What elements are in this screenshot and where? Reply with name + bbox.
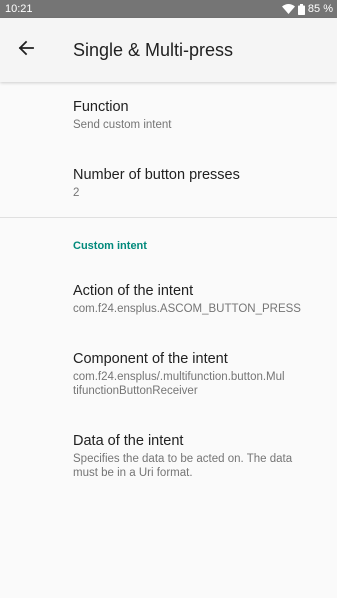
intent-data-preference[interactable]: Data of the intent Specifies the data to…	[73, 432, 323, 480]
status-bar: 10:21 85 %	[0, 0, 337, 18]
button-presses-summary: 2	[73, 187, 80, 199]
intent-component-summary-line1: com.f24.ensplus/.multifunction.button.Mu…	[73, 371, 285, 383]
category-custom-intent: Custom intent	[73, 240, 147, 252]
status-time: 10:21	[5, 3, 33, 15]
function-summary: Send custom intent	[73, 119, 172, 131]
intent-data-summary-line2: must be in a Uri format.	[73, 467, 193, 479]
divider	[0, 217, 337, 218]
intent-action-preference[interactable]: Action of the intent com.f24.ensplus.ASC…	[73, 282, 323, 316]
wifi-icon	[281, 4, 295, 14]
intent-data-title: Data of the intent	[73, 433, 184, 449]
intent-action-summary: com.f24.ensplus.ASCOM_BUTTON_PRESS	[73, 303, 301, 315]
intent-data-summary: Specifies the data to be acted on. The d…	[73, 452, 323, 480]
intent-component-preference[interactable]: Component of the intent com.f24.ensplus/…	[73, 350, 323, 398]
back-button[interactable]	[14, 38, 38, 62]
status-icons: 85 %	[281, 3, 333, 15]
arrow-left-icon	[18, 40, 34, 61]
app-bar: Single & Multi-press	[0, 18, 337, 82]
intent-component-summary-line2: tifunctionButtonReceiver	[73, 385, 198, 397]
function-title: Function	[73, 99, 129, 115]
page-title: Single & Multi-press	[73, 40, 234, 60]
button-presses-title: Number of button presses	[73, 167, 240, 183]
function-preference[interactable]: Function Send custom intent	[73, 98, 323, 132]
battery-icon	[297, 3, 305, 15]
button-presses-preference[interactable]: Number of button presses 2	[73, 166, 323, 200]
battery-level: 85 %	[307, 3, 333, 15]
intent-component-title: Component of the intent	[73, 351, 228, 367]
intent-component-summary: com.f24.ensplus/.multifunction.button.Mu…	[73, 370, 323, 398]
intent-action-title: Action of the intent	[73, 283, 194, 299]
intent-data-summary-line1: Specifies the data to be acted on. The d…	[73, 453, 293, 465]
